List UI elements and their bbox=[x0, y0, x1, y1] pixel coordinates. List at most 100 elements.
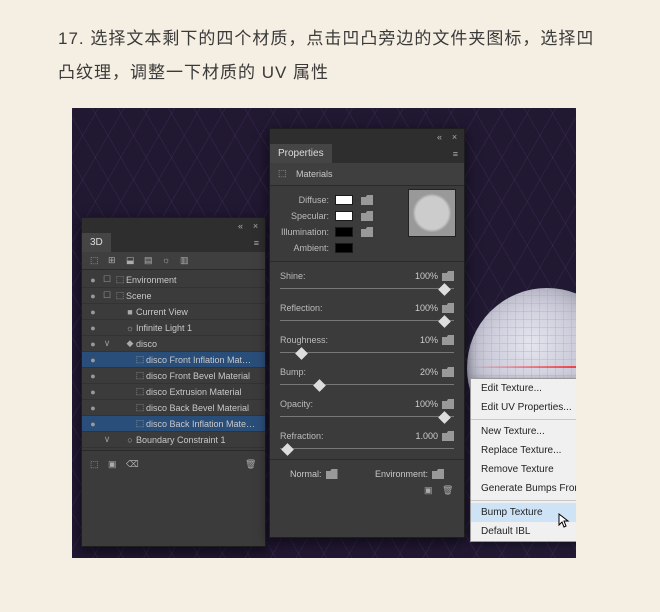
illumination-label: Illumination: bbox=[280, 227, 335, 237]
environment-folder-icon[interactable] bbox=[432, 469, 444, 479]
scene-tree-item[interactable]: ●⬚disco Extrusion Material bbox=[82, 384, 265, 400]
scene-tree-item[interactable]: ●⬚disco Back Bevel Material bbox=[82, 400, 265, 416]
axis-x-line bbox=[472, 366, 576, 368]
panel-close-icon[interactable]: × bbox=[250, 220, 261, 231]
panel-menu-icon[interactable]: ≡ bbox=[453, 149, 458, 159]
item-type-icon: ⬚ bbox=[134, 370, 146, 381]
specular-folder-icon[interactable] bbox=[361, 211, 373, 221]
visibility-toggle-icon[interactable]: ● bbox=[86, 419, 100, 429]
reflection-folder-icon[interactable] bbox=[442, 303, 454, 313]
scene-item-label: Scene bbox=[126, 291, 265, 301]
item-type-icon: ⬚ bbox=[114, 290, 126, 301]
filter3-icon[interactable]: ⬓ bbox=[126, 255, 138, 267]
reflection-value[interactable]: 100% bbox=[404, 303, 438, 313]
trash-icon[interactable]: 🗑 bbox=[245, 459, 257, 471]
scene-tree-item[interactable]: ●⬚disco Front Bevel Material bbox=[82, 368, 265, 384]
scene-tree-item[interactable]: ●☼Infinite Light 1 bbox=[82, 320, 265, 336]
diffuse-folder-icon[interactable] bbox=[361, 195, 373, 205]
expand-toggle-icon[interactable]: ∨ bbox=[100, 338, 114, 349]
item-type-icon: ○ bbox=[124, 435, 136, 445]
layer-dup-icon[interactable]: ▣ bbox=[108, 459, 120, 471]
reflection-slider[interactable] bbox=[280, 316, 454, 326]
visibility-toggle-icon[interactable]: ● bbox=[86, 275, 100, 285]
filter6-icon[interactable]: ▥ bbox=[180, 255, 192, 267]
material-preview[interactable] bbox=[408, 189, 456, 237]
opacity-value[interactable]: 100% bbox=[404, 399, 438, 409]
scene-tree-item[interactable]: ●☐⬚Environment bbox=[82, 272, 265, 288]
layer-del-icon[interactable]: ⌫ bbox=[126, 459, 138, 471]
refraction-label: Refraction: bbox=[280, 431, 335, 441]
diffuse-label: Diffuse: bbox=[280, 195, 335, 205]
refraction-value[interactable]: 1.000 bbox=[404, 431, 438, 441]
panel-close-icon[interactable]: × bbox=[449, 131, 460, 142]
illumination-swatch[interactable] bbox=[335, 227, 353, 237]
item-type-icon: ⬚ bbox=[114, 274, 126, 285]
expand-toggle-icon[interactable]: ☐ bbox=[100, 274, 114, 285]
visibility-toggle-icon[interactable]: ● bbox=[86, 355, 100, 365]
specular-swatch[interactable] bbox=[335, 211, 353, 221]
new-material-icon[interactable]: ▣ bbox=[424, 485, 436, 497]
delete-material-icon[interactable]: 🗑 bbox=[442, 485, 454, 497]
normal-folder-icon[interactable] bbox=[326, 469, 338, 479]
roughness-slider[interactable] bbox=[280, 348, 454, 358]
visibility-toggle-icon[interactable]: ● bbox=[86, 307, 100, 317]
refraction-slider[interactable] bbox=[280, 444, 454, 454]
menu-item[interactable]: Edit Texture... bbox=[471, 379, 576, 398]
scene-tree-item[interactable]: ●■Current View bbox=[82, 304, 265, 320]
filter4-icon[interactable]: ▤ bbox=[144, 255, 156, 267]
shine-value[interactable]: 100% bbox=[404, 271, 438, 281]
bump-folder-icon[interactable] bbox=[442, 367, 454, 377]
properties-titlebar[interactable]: « × bbox=[270, 129, 464, 144]
roughness-folder-icon[interactable] bbox=[442, 335, 454, 345]
scene-tree-item[interactable]: ●⬚disco Back Inflation Mate… bbox=[82, 416, 265, 432]
visibility-toggle-icon[interactable]: ● bbox=[86, 403, 100, 413]
ambient-swatch[interactable] bbox=[335, 243, 353, 253]
expand-toggle-icon[interactable]: ∨ bbox=[100, 434, 114, 445]
properties-body: Diffuse: Specular: Illumination: Ambient… bbox=[270, 186, 464, 503]
refraction-folder-icon[interactable] bbox=[442, 431, 454, 441]
diffuse-swatch[interactable] bbox=[335, 195, 353, 205]
menu-item[interactable]: Bump Texture bbox=[471, 503, 576, 522]
3d-panel-footer: ⬚ ▣ ⌫ 🗑 bbox=[82, 450, 265, 478]
properties-tab[interactable]: Properties bbox=[270, 144, 332, 163]
menu-item[interactable]: Replace Texture... bbox=[471, 441, 576, 460]
illumination-folder-icon[interactable] bbox=[361, 227, 373, 237]
panel-collapse-icon[interactable]: « bbox=[434, 131, 445, 142]
scene-tree-item[interactable]: ●∨◆disco bbox=[82, 336, 265, 352]
scene-tree-item[interactable]: ●☐⬚Scene bbox=[82, 288, 265, 304]
opacity-folder-icon[interactable] bbox=[442, 399, 454, 409]
filter5-icon[interactable]: ☼ bbox=[162, 255, 174, 267]
menu-item[interactable]: Default IBL bbox=[471, 522, 576, 541]
texture-context-menu: Edit Texture...Edit UV Properties... New … bbox=[470, 378, 576, 542]
panel-menu-icon[interactable]: ≡ bbox=[254, 238, 259, 248]
visibility-toggle-icon[interactable]: ● bbox=[86, 371, 100, 381]
layer-new-icon[interactable]: ⬚ bbox=[90, 459, 102, 471]
shine-folder-icon[interactable] bbox=[442, 271, 454, 281]
3d-panel-tab[interactable]: 3D bbox=[82, 233, 111, 252]
bump-slider[interactable] bbox=[280, 380, 454, 390]
menu-item[interactable]: Remove Texture bbox=[471, 460, 576, 479]
bump-value[interactable]: 20% bbox=[404, 367, 438, 377]
expand-toggle-icon[interactable]: ☐ bbox=[100, 290, 114, 301]
visibility-toggle-icon[interactable]: ● bbox=[86, 387, 100, 397]
menu-item[interactable]: Edit UV Properties... bbox=[471, 398, 576, 417]
scene-tree-item[interactable]: ∨○Boundary Constraint 1 bbox=[82, 432, 265, 448]
filter2-icon[interactable]: ⊞ bbox=[108, 255, 120, 267]
panel-collapse-icon[interactable]: « bbox=[235, 220, 246, 231]
menu-separator bbox=[471, 419, 576, 420]
menu-item[interactable]: Generate Bumps From I bbox=[471, 479, 576, 498]
menu-item[interactable]: New Texture... bbox=[471, 422, 576, 441]
scene-tree-item[interactable]: ●⬚disco Front Inflation Mat… bbox=[82, 352, 265, 368]
properties-section-label: Materials bbox=[296, 169, 333, 179]
properties-panel: « × Properties ≡ ⬚ Materials Diffuse: Sp… bbox=[269, 128, 465, 538]
3d-panel-titlebar[interactable]: « × bbox=[82, 218, 265, 233]
opacity-slider[interactable] bbox=[280, 412, 454, 422]
shine-slider[interactable] bbox=[280, 284, 454, 294]
filter-icon[interactable]: ⬚ bbox=[90, 255, 102, 267]
scene-item-label: disco bbox=[136, 339, 265, 349]
visibility-toggle-icon[interactable]: ● bbox=[86, 291, 100, 301]
roughness-value[interactable]: 10% bbox=[404, 335, 438, 345]
bump-label: Bump: bbox=[280, 367, 335, 377]
visibility-toggle-icon[interactable]: ● bbox=[86, 339, 100, 349]
visibility-toggle-icon[interactable]: ● bbox=[86, 323, 100, 333]
